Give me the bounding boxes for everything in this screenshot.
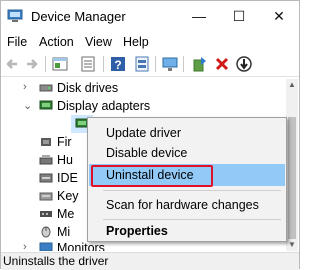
vertical-scrollbar[interactable]: ▲ ▼ (286, 79, 298, 251)
firmware-icon (41, 138, 51, 146)
toolbar: ? (1, 52, 299, 77)
tree-row-label: Monitors (57, 241, 105, 251)
close-button[interactable]: ✕ (259, 1, 299, 31)
toolbar-separator (183, 56, 184, 72)
scan-hardware-icon[interactable] (161, 55, 179, 73)
tree-row-label: Key (57, 189, 79, 203)
menu-separator (103, 190, 281, 191)
scroll-down-icon[interactable]: ▼ (286, 239, 298, 251)
window-title: Device Manager (31, 9, 126, 24)
minimize-icon: — (192, 8, 206, 24)
monitor-icon (39, 242, 53, 251)
keyboard-icon (39, 192, 53, 201)
menu-item-label: Update driver (106, 126, 182, 140)
menu-view[interactable]: View (85, 35, 112, 49)
menu-item-label: Disable device (106, 146, 188, 160)
maximize-button[interactable]: ☐ (219, 1, 259, 31)
minimize-button[interactable]: — (179, 1, 219, 31)
menu-file[interactable]: File (7, 35, 27, 49)
device-manager-window: Device Manager — ☐ ✕ File Action View He… (0, 0, 300, 270)
status-bar: Uninstalls the driver (1, 252, 299, 270)
update-driver-icon[interactable] (191, 55, 209, 73)
tree-row-label: Fir (57, 135, 72, 149)
back-icon[interactable] (3, 55, 21, 73)
tree-row-label: Mi (57, 225, 71, 239)
tree-row-label: Disk drives (57, 81, 119, 95)
scroll-thumb[interactable] (288, 117, 296, 239)
scroll-up-icon[interactable]: ▲ (286, 79, 298, 91)
disable-icon[interactable] (235, 55, 253, 73)
forward-icon[interactable] (23, 55, 41, 73)
help-icon[interactable]: ? (109, 55, 127, 73)
title-bar: Device Manager — ☐ ✕ (1, 1, 299, 31)
menu-update-driver[interactable]: Update driver (89, 122, 285, 144)
display-adapter-icon (39, 100, 53, 110)
memory-icon (40, 211, 52, 217)
menu-bar: File Action View Help (1, 32, 299, 52)
menu-item-label: Properties (106, 224, 168, 238)
chevron-down-icon[interactable]: ⌄ (23, 99, 32, 112)
menu-disable-device[interactable]: Disable device (89, 142, 285, 164)
maximize-icon: ☐ (232, 7, 246, 24)
status-text: Uninstalls the driver (3, 254, 109, 268)
show-hidden-icon[interactable] (79, 55, 97, 73)
properties-icon[interactable] (51, 55, 69, 73)
chevron-right-icon[interactable]: › (23, 241, 27, 251)
tree-row-label: Me (57, 207, 75, 221)
toolbar-separator (155, 56, 156, 72)
toolbar-separator (45, 56, 46, 72)
menu-properties[interactable]: Properties (89, 220, 285, 242)
menu-item-label: Scan for hardware changes (106, 198, 259, 212)
highlight-callout-box (91, 165, 213, 187)
close-icon: ✕ (273, 7, 285, 24)
view-resources-icon[interactable] (133, 55, 151, 73)
tree-row-disk-drives[interactable]: › Disk drives (1, 79, 287, 97)
svg-text:?: ? (114, 58, 121, 72)
tree-row-label: IDE (57, 171, 78, 185)
hid-icon (39, 155, 53, 165)
tree-row-label: Hu (57, 153, 73, 167)
menu-action[interactable]: Action (39, 35, 74, 49)
menu-help[interactable]: Help (123, 35, 149, 49)
tree-row-label: Display adapters (57, 99, 151, 113)
device-manager-icon (7, 9, 23, 22)
uninstall-icon[interactable] (213, 55, 231, 73)
toolbar-separator (103, 56, 104, 72)
menu-scan-hardware[interactable]: Scan for hardware changes (89, 194, 285, 216)
mice-icon (41, 226, 51, 238)
disk-drive-icon (39, 84, 53, 92)
ide-icon (39, 173, 53, 183)
tree-row-display-adapters[interactable]: ⌄ Display adapters (1, 97, 287, 115)
chevron-right-icon[interactable]: › (23, 81, 27, 93)
